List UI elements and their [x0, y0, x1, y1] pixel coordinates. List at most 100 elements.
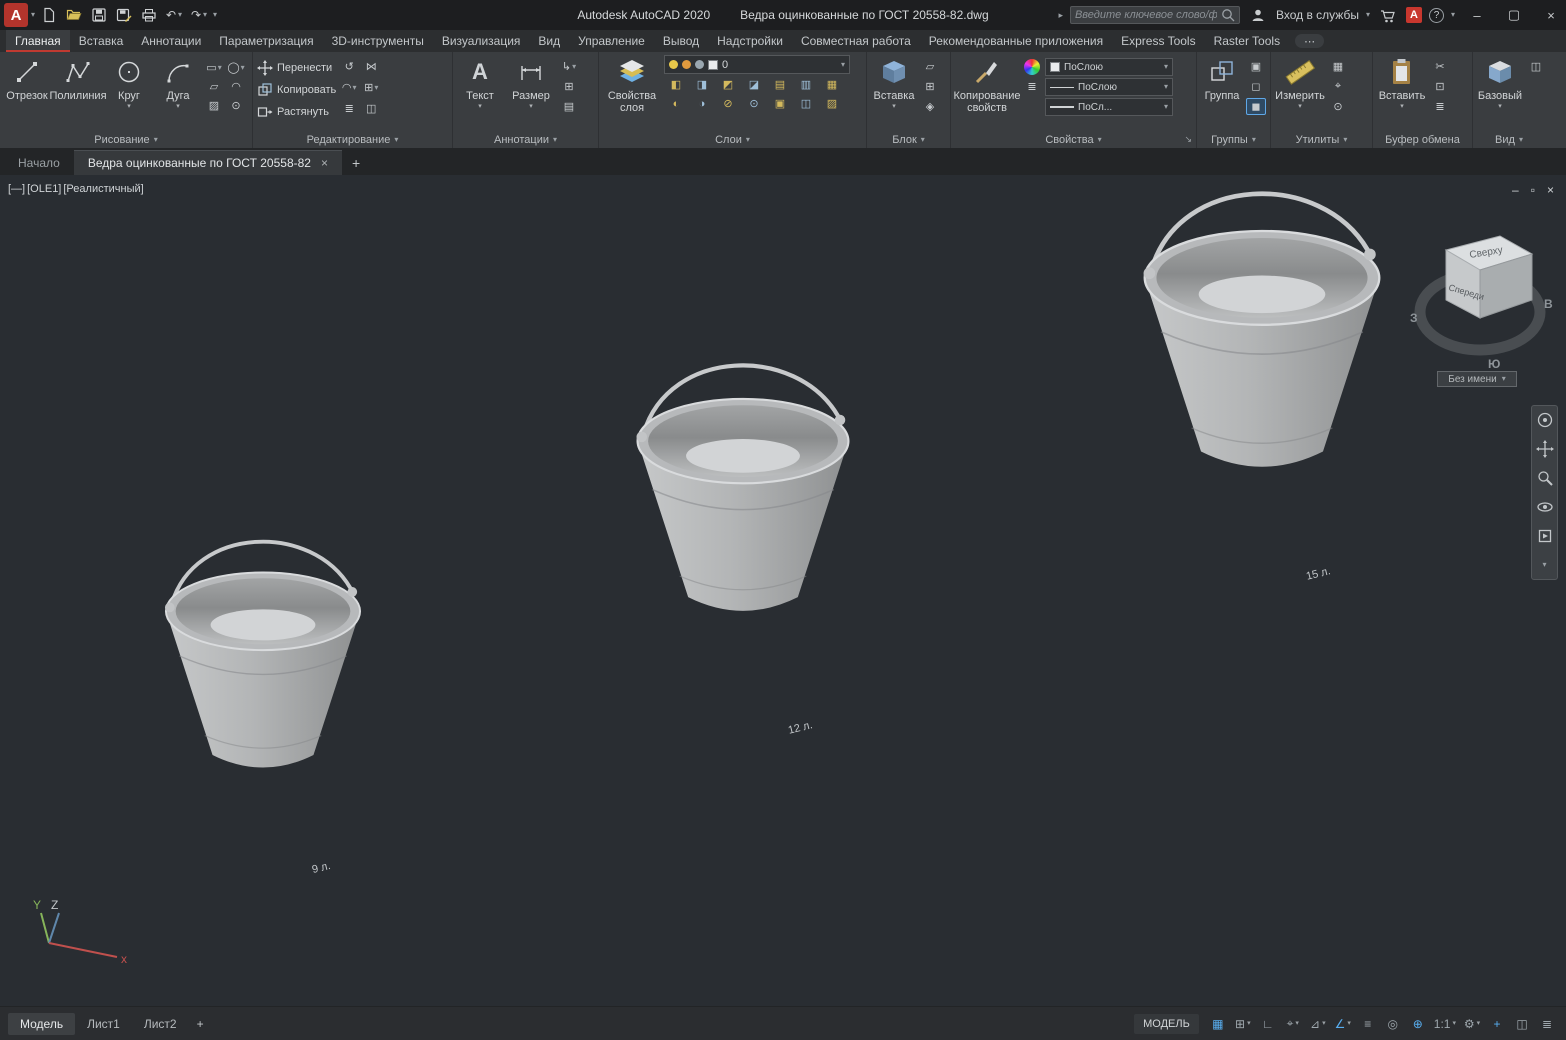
selection-cycling-icon[interactable]: ⊕ — [1407, 1014, 1429, 1034]
grid-icon[interactable]: ▦ — [1207, 1014, 1229, 1034]
copy-button[interactable]: Копировать — [257, 80, 336, 99]
layer-tool-icon[interactable]: ▤ — [768, 76, 792, 93]
plot-button[interactable] — [138, 4, 160, 26]
match-properties-button[interactable]: Копирование свойств — [955, 55, 1019, 131]
viewport-close-icon[interactable]: × — [1547, 183, 1554, 197]
text-button[interactable]: А Текст ▾ — [457, 55, 503, 131]
viewport-visual-style-control[interactable]: [Реалистичный] — [63, 183, 143, 195]
tab-parametric[interactable]: Параметризация — [210, 30, 322, 52]
text-style-tool-icon[interactable]: ▤ — [559, 98, 579, 115]
caret-icon[interactable]: ▾ — [841, 61, 845, 69]
panel-label-properties[interactable]: Свойства ▾ ↘ — [951, 131, 1196, 148]
fillet-tool-icon[interactable]: ◠▾ — [339, 79, 359, 96]
cart-icon[interactable] — [1377, 4, 1399, 26]
rotate-tool-icon[interactable]: ↺ — [339, 58, 359, 75]
signin-button[interactable]: Вход в службы — [1276, 8, 1359, 22]
stretch-button[interactable]: Растянуть — [257, 102, 336, 121]
qat-menu-caret-icon[interactable]: ▾ — [213, 11, 217, 19]
save-as-button[interactable] — [113, 4, 135, 26]
signin-caret-icon[interactable]: ▾ — [1366, 11, 1370, 19]
panel-label-modify[interactable]: Редактирование ▾ — [253, 131, 452, 148]
layer-tool-icon[interactable]: ◐ — [664, 95, 688, 112]
doc-tab-start[interactable]: Начало — [4, 150, 74, 175]
tab-visualize[interactable]: Визуализация — [433, 30, 530, 52]
redo-button[interactable]: ↷ ▾ — [188, 4, 210, 26]
ungroup-tool-icon[interactable]: ▣ — [1246, 58, 1266, 75]
save-button[interactable] — [88, 4, 110, 26]
spline-tool-icon[interactable]: ◠ — [226, 78, 246, 95]
layer-select-combo[interactable]: 0 ▾ — [664, 55, 850, 74]
group-edit-tool-icon[interactable]: ◻ — [1246, 78, 1266, 95]
polar-tracking-icon[interactable]: ⌖▾ — [1282, 1014, 1304, 1034]
tab-addins[interactable]: Надстройки — [708, 30, 792, 52]
ortho-icon[interactable]: ∟ — [1257, 1014, 1279, 1034]
properties-list-icon[interactable]: ≣ — [1022, 78, 1042, 95]
appstore-icon[interactable]: A — [1406, 7, 1422, 23]
viewport-view-control[interactable]: [OLE1] — [27, 183, 61, 195]
layout-tab-model[interactable]: Модель — [8, 1013, 75, 1035]
color-wheel-icon[interactable] — [1022, 58, 1042, 75]
quick-select-tool-icon[interactable]: ⊙ — [1328, 98, 1348, 115]
zoom-icon[interactable] — [1535, 468, 1555, 488]
tab-collaborate[interactable]: Совместная работа — [792, 30, 920, 52]
close-tab-icon[interactable]: × — [321, 156, 328, 170]
layer-lock-icon[interactable] — [695, 60, 704, 69]
help-icon[interactable]: ? — [1429, 8, 1444, 23]
tab-3d-tools[interactable]: 3D-инструменты — [323, 30, 433, 52]
panel-label-block[interactable]: Блок ▾ — [867, 131, 950, 148]
tab-home[interactable]: Главная — [6, 30, 70, 52]
orbit-icon[interactable] — [1535, 497, 1555, 517]
tab-manage[interactable]: Управление — [569, 30, 654, 52]
paste-special-tool-icon[interactable]: ≣ — [1430, 98, 1450, 115]
layer-tool-icon[interactable]: ◫ — [794, 95, 818, 112]
copy-clip-tool-icon[interactable]: ⊡ — [1430, 78, 1450, 95]
bucket-9l[interactable] — [156, 522, 370, 786]
viewport-tool-icon[interactable]: ◫ — [1526, 58, 1546, 75]
pan-icon[interactable] — [1535, 439, 1555, 459]
layer-tool-icon[interactable]: ◩ — [716, 76, 740, 93]
layer-tool-icon[interactable]: ◪ — [742, 76, 766, 93]
viewport-control-menu[interactable]: [—] — [8, 183, 25, 195]
panel-label-layers[interactable]: Слои ▾ — [599, 131, 866, 148]
layer-tool-icon[interactable]: ◧ — [664, 76, 688, 93]
group-button[interactable]: Группа — [1201, 55, 1243, 131]
layer-tool-icon[interactable]: ▨ — [820, 95, 844, 112]
customization-menu-icon[interactable]: ≣ — [1536, 1014, 1558, 1034]
panel-label-clipboard[interactable]: Буфер обмена — [1373, 131, 1472, 148]
edit-block-tool-icon[interactable]: ⊞ — [920, 78, 940, 95]
layer-on-icon[interactable] — [669, 60, 678, 69]
osnap-icon[interactable]: ∠▾ — [1332, 1014, 1354, 1034]
open-file-button[interactable] — [63, 4, 85, 26]
model-viewport[interactable]: [—] [OLE1] [Реалистичный] – ▫ × 9 л. 12 … — [0, 175, 1566, 1006]
minimize-button[interactable]: – — [1462, 0, 1492, 30]
annotation-scale-button[interactable]: 1:1▾ — [1432, 1014, 1458, 1034]
viewcube-south-label[interactable]: Ю — [1488, 357, 1500, 371]
workspace-gear-icon[interactable]: ⚙▾ — [1461, 1014, 1483, 1034]
new-drawing-tab-button[interactable]: + — [342, 150, 370, 175]
ellipse-tool-icon[interactable]: ◯▾ — [226, 59, 246, 76]
snap-icon[interactable]: ⊞▾ — [1232, 1014, 1254, 1034]
navbar-menu-caret-icon[interactable]: ▾ — [1535, 555, 1555, 575]
hatch-tool-icon[interactable]: ▨ — [204, 97, 224, 114]
bucket-15l[interactable] — [1133, 175, 1391, 489]
search-input[interactable] — [1075, 9, 1217, 21]
new-file-button[interactable] — [38, 4, 60, 26]
caret-icon[interactable]: ▾ — [178, 11, 182, 19]
panel-label-view[interactable]: Вид ▾ — [1473, 131, 1545, 148]
object-color-combo[interactable]: ПоСлою ▾ — [1045, 58, 1173, 76]
tab-view[interactable]: Вид — [529, 30, 569, 52]
panel-label-groups[interactable]: Группы ▾ — [1197, 131, 1270, 148]
panel-label-utilities[interactable]: Утилиты ▾ — [1271, 131, 1372, 148]
trim-tool-icon[interactable]: ≣ — [339, 100, 359, 117]
navigation-wheel-icon[interactable] — [1535, 410, 1555, 430]
create-block-tool-icon[interactable]: ▱ — [920, 58, 940, 75]
dialog-launcher-icon[interactable]: ↘ — [1184, 134, 1192, 145]
showmotion-icon[interactable] — [1535, 526, 1555, 546]
insert-block-button[interactable]: Вставка ▾ — [871, 55, 917, 131]
clean-screen-icon[interactable]: ◫ — [1511, 1014, 1533, 1034]
point-tool-icon[interactable]: ⊙ — [226, 97, 246, 114]
viewcube-east-label[interactable]: В — [1544, 297, 1553, 311]
arc-button[interactable]: Дуга ▾ — [155, 55, 201, 131]
table-tool-icon[interactable]: ⊞ — [559, 78, 579, 95]
layout-tab-sheet2[interactable]: Лист2 — [132, 1013, 189, 1035]
